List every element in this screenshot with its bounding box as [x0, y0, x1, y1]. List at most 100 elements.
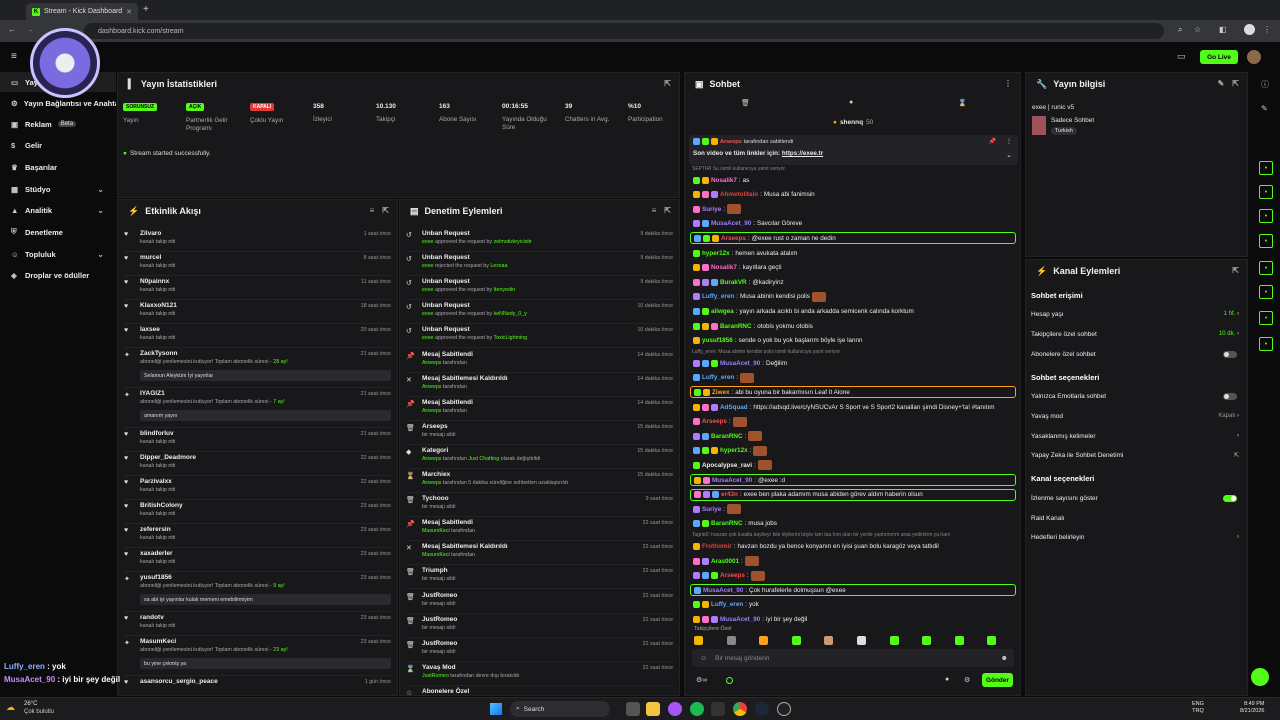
chat-username[interactable]: Suriye [702, 506, 721, 513]
chat-message[interactable]: yusuf1856: sende o yok bu yok başlarım bö… [690, 335, 1016, 347]
setting-row[interactable]: Abonelere özel sohbet [1031, 349, 1243, 359]
chat-bubble-small-icon[interactable]: ● [945, 676, 949, 683]
chat-message[interactable]: Luffy_eren: Musa abinin kendisi polis [690, 291, 1016, 303]
chat-icon[interactable]: • [1259, 209, 1273, 223]
chat-message[interactable]: Suriye: [690, 203, 1016, 215]
pin-icon[interactable]: 📌 [989, 138, 996, 145]
sidebar-item-7[interactable]: ⛨ Denetleme [0, 222, 116, 242]
moderation-row[interactable]: ↺ Unban Request exee approved the request … [406, 324, 673, 349]
emote-7-icon[interactable] [922, 636, 932, 645]
chat-message[interactable]: hyper12x: [690, 445, 1016, 457]
chat-message[interactable]: Suriye: [690, 503, 1016, 515]
moderation-row[interactable]: ↺ Unban Request exee approved the request … [406, 228, 673, 252]
moderation-row[interactable]: ↺ Unban Request exee approved the request … [406, 276, 673, 301]
send-button[interactable]: Gönder [982, 673, 1013, 687]
moderation-row[interactable]: ☆ Abonelere Özel [406, 686, 673, 695]
forward-icon[interactable]: → [26, 25, 34, 34]
emote-2-icon[interactable] [759, 636, 769, 645]
code-icon[interactable]: • [1259, 234, 1273, 248]
chrome-icon[interactable] [733, 702, 747, 716]
chat-username[interactable]: Arseeps [721, 235, 746, 242]
chat-username[interactable]: Luffy_eren [711, 601, 743, 608]
activity-row[interactable]: ♥ Parzivalxx kanalı takip etti 22 saat önce [124, 476, 391, 500]
emote-9-icon[interactable] [987, 636, 997, 645]
activity-row[interactable]: ✦ ZackTysonn aboneliği yenilemesini kutluy… [124, 348, 391, 388]
lightning-icon[interactable]: • [1259, 161, 1273, 175]
activity-row[interactable]: ♥ Iaxsee kanalı takip etti 20 saat önce [124, 324, 391, 348]
chat-username[interactable]: Luffy_eren [702, 293, 734, 300]
chat-icon[interactable]: ● [849, 99, 853, 106]
users-icon[interactable]: • [1259, 311, 1273, 325]
sidebar-item-2[interactable]: ▣ Reklam Beta [0, 114, 116, 134]
toggle-switch[interactable] [1223, 392, 1237, 400]
chat-message[interactable]: AdSquad: https://adsqd.live/c/yNSUCvAr S … [690, 401, 1016, 413]
clock[interactable]: 8:49 PM 8/21/2026 [1240, 701, 1264, 715]
emote-0-icon[interactable] [694, 636, 703, 645]
popout-icon[interactable]: ⇱ [664, 206, 671, 215]
emote-6-icon[interactable] [889, 636, 899, 645]
chat-message[interactable]: aliwgea: yayın arkada acıktı bi anda arka… [690, 305, 1016, 317]
chat-username[interactable]: Nosalik7 [711, 264, 737, 271]
taskbar-search[interactable]: ⌕ Search [510, 701, 610, 717]
messenger-icon[interactable] [668, 702, 682, 716]
chat-username[interactable]: er43n [721, 491, 738, 498]
filter-icon[interactable]: ≡ [652, 206, 657, 215]
url-field[interactable]: dashboard.kick.com/stream [84, 23, 1164, 39]
setting-row[interactable]: Takipçilere özel sohbet 10 dk. › [1031, 329, 1243, 339]
emote-1-icon[interactable] [726, 636, 736, 645]
setting-row[interactable]: Hedefleri belirleyin › [1031, 532, 1243, 542]
activity-row[interactable]: ♥ Zilvaro kanalı takip etti 1 saat önce [124, 228, 391, 252]
chat-message[interactable]: Arseeps: [690, 570, 1016, 582]
chat-message[interactable]: MusaAcet_90: iyi bir şey değil [690, 613, 1016, 625]
chat-username[interactable]: hyper12x [702, 250, 730, 257]
moderation-row[interactable]: ◆ Kategori Arseeps tarafından Just Chattin… [406, 445, 673, 469]
smile-icon[interactable]: ☻ [1001, 655, 1008, 662]
chat-message[interactable]: Ziwex: abi bu oyuna bir bakarmısın Leaf I… [690, 386, 1016, 399]
chat-username[interactable]: BaranRNC [711, 520, 743, 527]
sidebar-item-4[interactable]: ♛ Başarılar [0, 157, 116, 177]
moderation-row[interactable]: ✕ Mesaj Sabitlemesi Kaldırıldı MasumKeci t… [406, 541, 673, 566]
moderation-row[interactable]: 🗑 Tychooo bir mesajı sildi 9 saat önce [406, 493, 673, 518]
setting-row[interactable]: Yavaş mod Kapalı › [1031, 411, 1243, 421]
bookmark-star-icon[interactable]: ☆ [1194, 25, 1201, 34]
diamond-icon[interactable]: • [1259, 337, 1273, 351]
chat-message[interactable]: MusaAcet_90: Değilim [690, 357, 1016, 369]
activity-row[interactable]: ♥ N0painnx kanalı takip etti 11 saat önce [124, 276, 391, 300]
settings-extra-icon[interactable]: ⚙∞ [696, 676, 707, 684]
moderation-row[interactable]: ⌛ Marchiex Arseeps tarafından 5 dakika sür… [406, 469, 673, 493]
chat-username[interactable]: MusaAcet_90 [720, 360, 760, 367]
chat-message[interactable]: BaranRNC: musa jobs [690, 518, 1016, 530]
go-live-button[interactable]: Go Live [1200, 50, 1238, 64]
filter-icon[interactable]: ≡ [370, 206, 375, 215]
popout-icon[interactable]: ⇱ [1232, 266, 1239, 275]
chat-username[interactable]: Frothomir [702, 543, 732, 550]
obs-icon[interactable] [777, 702, 791, 716]
chat-username[interactable]: MusaAcet_90 [703, 587, 743, 594]
extensions-icon[interactable]: ◧ [1219, 25, 1227, 34]
chat-username[interactable]: MusaAcet_90 [720, 616, 760, 623]
chat-settings-icon[interactable]: ⚙ [964, 676, 970, 684]
emote-4-icon[interactable] [824, 636, 834, 645]
chat-username[interactable]: yusuf1856 [702, 337, 733, 344]
chat-message[interactable]: BurakVR: @kadiryinz [690, 276, 1016, 288]
chat-input[interactable]: ☺ Bir mesaj gönderin ☻ [692, 649, 1014, 667]
moderation-row[interactable]: 📌 Mesaj Sabitlendi Arseeps tarafından 14 da… [406, 397, 673, 421]
chat-message[interactable]: Nosalik7: as [690, 174, 1016, 186]
expand-chevron-icon[interactable]: ⌄ [1006, 151, 1012, 159]
info-icon[interactable]: ⓘ [1261, 79, 1269, 90]
chat-message[interactable]: Luffy_eren: yok [690, 599, 1016, 611]
popout-icon[interactable]: ⇱ [382, 206, 389, 215]
chat-username[interactable]: Ahmetolitalo [720, 191, 758, 198]
chat-username[interactable]: AdSquad [720, 404, 748, 411]
chat-menu-icon[interactable]: ⋮ [1004, 79, 1012, 88]
layers-icon[interactable]: • [1259, 261, 1273, 275]
start-icon[interactable] [490, 703, 502, 715]
sidebar-item-5[interactable]: ▦ Stüdyo ⌄ [0, 179, 116, 199]
popout-icon[interactable]: ⇱ [1232, 79, 1239, 88]
chat-username[interactable]: BaranRNC [720, 323, 752, 330]
chat-username[interactable]: Suriye [702, 206, 721, 213]
chat-message[interactable]: BaranRNC: otobis yokmu otobis [690, 320, 1016, 332]
activity-row[interactable]: ✦ MasumKeci aboneliği yenilemesini kutluyo… [124, 636, 391, 676]
moderation-row[interactable]: ✕ Mesaj Sabitlemesi Kaldırıldı Arseeps tar… [406, 373, 673, 397]
sidebar-item-3[interactable]: $ Gelir [0, 135, 116, 155]
